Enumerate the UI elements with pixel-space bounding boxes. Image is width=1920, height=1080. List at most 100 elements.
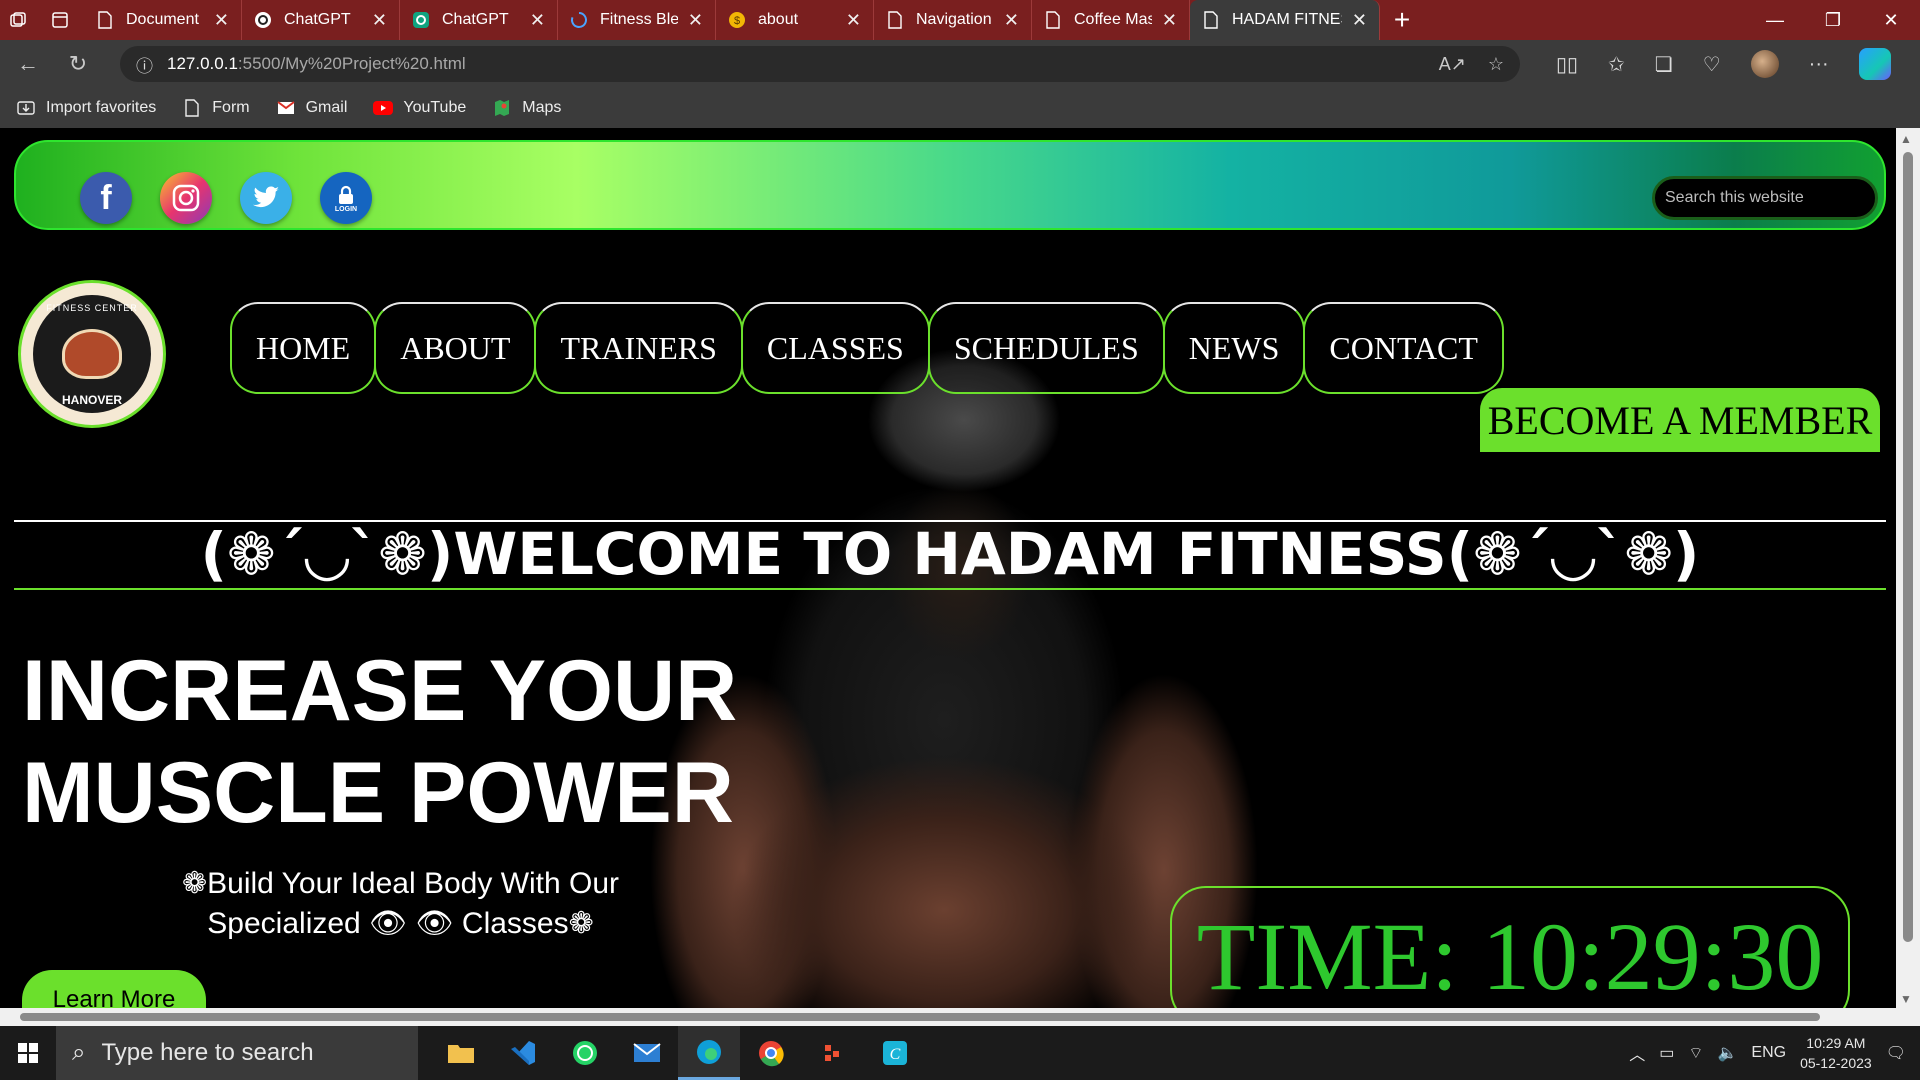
fav-import-favorites[interactable]: Import favorites bbox=[16, 98, 156, 118]
page-icon bbox=[886, 11, 904, 29]
read-aloud-icon[interactable]: A↗ bbox=[1439, 54, 1466, 75]
tab-actions-icon[interactable] bbox=[36, 0, 84, 40]
fav-label: Form bbox=[212, 99, 250, 116]
fav-gmail[interactable]: Gmail bbox=[276, 98, 347, 118]
close-window-icon[interactable]: ✕ bbox=[1862, 0, 1920, 40]
logo-bottom-text: HANOVER bbox=[61, 393, 122, 407]
language-indicator[interactable]: ENG bbox=[1751, 1044, 1786, 1062]
taskbar-search-placeholder: Type here to search bbox=[101, 1039, 314, 1066]
scroll-down-icon[interactable]: ▼ bbox=[1900, 992, 1912, 1006]
search-input[interactable] bbox=[1665, 189, 1865, 207]
vscode-icon[interactable] bbox=[492, 1026, 554, 1080]
facebook-icon[interactable]: f bbox=[80, 172, 132, 224]
gmail-icon bbox=[276, 98, 296, 118]
scroll-thumb[interactable] bbox=[1903, 152, 1913, 942]
top-social-bar: f LOGIN bbox=[14, 140, 1886, 230]
tab-about[interactable]: $ about ✕ bbox=[716, 0, 874, 40]
chrome-icon[interactable] bbox=[740, 1026, 802, 1080]
tab-hadam-fitness[interactable]: HADAM FITNESS ✕ bbox=[1190, 0, 1380, 40]
login-lock-icon[interactable]: LOGIN bbox=[320, 172, 372, 224]
chevron-up-icon[interactable]: ︿ bbox=[1629, 1041, 1645, 1065]
nav-home[interactable]: HOME bbox=[230, 302, 377, 394]
canva-icon[interactable]: C bbox=[864, 1026, 926, 1080]
nav-news[interactable]: NEWS bbox=[1162, 302, 1306, 394]
refresh-icon[interactable]: ↻ bbox=[56, 44, 100, 84]
tab-chatgpt-1[interactable]: ChatGPT ✕ bbox=[242, 0, 400, 40]
url-field[interactable]: ⓘ 127.0.0.1:5500/My%20Project%20.html A↗… bbox=[120, 46, 1520, 82]
volume-icon[interactable]: 🔈 bbox=[1717, 1043, 1737, 1063]
close-icon[interactable]: ✕ bbox=[688, 10, 703, 31]
wifi-icon[interactable]: ⌔ bbox=[1688, 1043, 1703, 1063]
whatsapp-icon[interactable] bbox=[554, 1026, 616, 1080]
headline-line-2: MUSCLE POWER bbox=[22, 745, 734, 841]
search-icon: ⌕ bbox=[72, 1039, 86, 1066]
more-options-icon[interactable]: ··· bbox=[1809, 53, 1829, 76]
git-icon[interactable] bbox=[802, 1026, 864, 1080]
favorite-star-icon[interactable]: ☆ bbox=[1488, 54, 1504, 75]
tab-navigation-menu[interactable]: Navigation menu ✕ bbox=[874, 0, 1032, 40]
site-logo[interactable]: FITNESS CENTER HANOVER bbox=[18, 280, 166, 428]
address-bar: ← ↻ ⓘ 127.0.0.1:5500/My%20Project%20.htm… bbox=[0, 40, 1920, 88]
taskbar-apps: C bbox=[430, 1026, 926, 1080]
tab-title: Navigation menu bbox=[916, 11, 994, 28]
close-icon[interactable]: ✕ bbox=[530, 10, 545, 31]
file-explorer-icon[interactable] bbox=[430, 1026, 492, 1080]
minimize-icon[interactable]: — bbox=[1746, 0, 1804, 40]
nav-about[interactable]: ABOUT bbox=[374, 302, 537, 394]
become-member-button[interactable]: BECOME A MEMBER bbox=[1480, 388, 1880, 452]
mail-icon[interactable] bbox=[616, 1026, 678, 1080]
url-path: :5500/My%20Project%20.html bbox=[237, 54, 466, 73]
scroll-thumb-horizontal[interactable] bbox=[20, 1013, 1820, 1021]
tab-title: HADAM FITNESS bbox=[1232, 11, 1342, 28]
nav-classes[interactable]: CLASSES bbox=[740, 302, 930, 394]
windows-start-icon[interactable] bbox=[0, 1026, 56, 1080]
fav-youtube[interactable]: YouTube bbox=[373, 98, 466, 118]
vertical-scrollbar[interactable]: ▲ ▼ bbox=[1896, 128, 1920, 1026]
notifications-icon[interactable]: 🗨 bbox=[1886, 1043, 1906, 1063]
back-icon[interactable]: ← bbox=[6, 44, 50, 84]
browser-essentials-icon[interactable]: ♡ bbox=[1703, 52, 1721, 77]
new-tab-button[interactable]: + bbox=[1380, 0, 1424, 40]
collections-icon[interactable]: ❏ bbox=[1655, 52, 1673, 77]
restore-icon[interactable]: ❐ bbox=[1804, 0, 1862, 40]
nav-contact[interactable]: CONTACT bbox=[1303, 302, 1504, 394]
tab-coffee-masters[interactable]: Coffee Masters ✕ bbox=[1032, 0, 1190, 40]
hero-subtext: ❁Build Your Ideal Body With Our Speciali… bbox=[182, 864, 619, 944]
logo-badge: FITNESS CENTER HANOVER bbox=[33, 295, 151, 413]
profile-avatar[interactable] bbox=[1750, 50, 1779, 78]
taskbar-search[interactable]: ⌕ Type here to search bbox=[56, 1026, 418, 1080]
fav-label: YouTube bbox=[403, 99, 467, 116]
twitter-icon[interactable] bbox=[240, 172, 292, 224]
system-clock[interactable]: 10:29 AM 05-12-2023 bbox=[1800, 1033, 1872, 1073]
youtube-icon bbox=[373, 98, 394, 118]
close-icon[interactable]: ✕ bbox=[372, 10, 387, 31]
nav-schedules[interactable]: SCHEDULES bbox=[927, 302, 1165, 394]
url-host: 127.0.0.1 bbox=[167, 54, 238, 73]
system-time: 10:29 AM bbox=[1806, 1035, 1866, 1051]
tab-chatgpt-2[interactable]: ChatGPT ✕ bbox=[400, 0, 558, 40]
horizontal-scrollbar[interactable] bbox=[0, 1008, 1896, 1026]
instagram-icon[interactable] bbox=[160, 172, 212, 224]
close-icon[interactable]: ✕ bbox=[1004, 10, 1019, 31]
copilot-icon[interactable] bbox=[1858, 48, 1891, 80]
loading-icon bbox=[570, 11, 588, 29]
close-icon[interactable]: ✕ bbox=[1162, 10, 1177, 31]
subtext-line-2: Specialized 👁 👁 Classes❁ bbox=[207, 907, 594, 940]
info-icon[interactable]: ⓘ bbox=[136, 52, 153, 77]
fav-form[interactable]: Form bbox=[182, 98, 250, 118]
learn-more-button[interactable]: Learn More bbox=[22, 970, 206, 1008]
nav-trainers[interactable]: TRAINERS bbox=[534, 302, 743, 394]
divider-green bbox=[14, 588, 1886, 590]
close-icon[interactable]: ✕ bbox=[846, 10, 861, 31]
fav-maps[interactable]: Maps bbox=[492, 98, 561, 118]
favorites-icon[interactable]: ✩ bbox=[1608, 52, 1625, 77]
battery-icon[interactable]: ▭ bbox=[1659, 1043, 1674, 1063]
tab-document[interactable]: Document ✕ bbox=[84, 0, 242, 40]
edge-icon[interactable] bbox=[678, 1026, 740, 1080]
tab-fitness-blender[interactable]: Fitness Blender ✕ bbox=[558, 0, 716, 40]
split-screen-icon[interactable]: ▯▯ bbox=[1556, 52, 1578, 77]
close-icon[interactable]: ✕ bbox=[1352, 10, 1367, 31]
scroll-up-icon[interactable]: ▲ bbox=[1900, 132, 1912, 146]
close-icon[interactable]: ✕ bbox=[214, 10, 229, 31]
workspaces-icon[interactable] bbox=[0, 0, 36, 40]
